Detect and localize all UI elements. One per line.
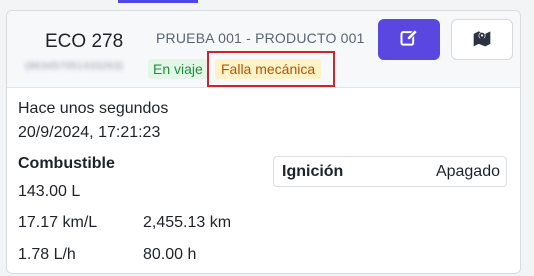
page-edge	[521, 0, 534, 276]
last-update-relative: Hace unos segundos	[18, 100, 169, 117]
vehicle-card[interactable]: ECO 278 (863457051433263) PRUEBA 001 - P…	[6, 10, 521, 274]
distance-traveled: 2,455.13 km	[143, 214, 232, 231]
edit-button[interactable]	[378, 19, 440, 60]
fuel-level: 143.00 L	[18, 183, 81, 200]
engine-hours: 80.00 h	[143, 246, 197, 263]
ignition-panel: Ignición Apagado	[273, 156, 507, 187]
fuel-rate: 1.78 L/h	[18, 246, 76, 263]
unit-id: (863457051433263)	[25, 61, 124, 72]
map-pin-icon	[472, 28, 492, 51]
fuel-section-title: Combustible	[18, 155, 115, 172]
fuel-efficiency: 17.17 km/L	[18, 214, 98, 231]
ignition-label: Ignición	[282, 163, 344, 180]
active-tab-indicator	[118, 0, 198, 3]
last-update-timestamp: 20/9/2024, 17:21:23	[18, 124, 161, 141]
edit-icon	[399, 28, 419, 51]
alert-highlight-box	[207, 51, 335, 87]
map-button[interactable]	[451, 19, 513, 60]
card-header: ECO 278 (863457051433263) PRUEBA 001 - P…	[7, 11, 520, 88]
status-badge: En viaje	[148, 59, 208, 79]
route-label: PRUEBA 001 - PRODUCTO 001	[156, 30, 365, 46]
ignition-value: Apagado	[435, 163, 500, 180]
unit-name: ECO 278	[45, 31, 124, 52]
